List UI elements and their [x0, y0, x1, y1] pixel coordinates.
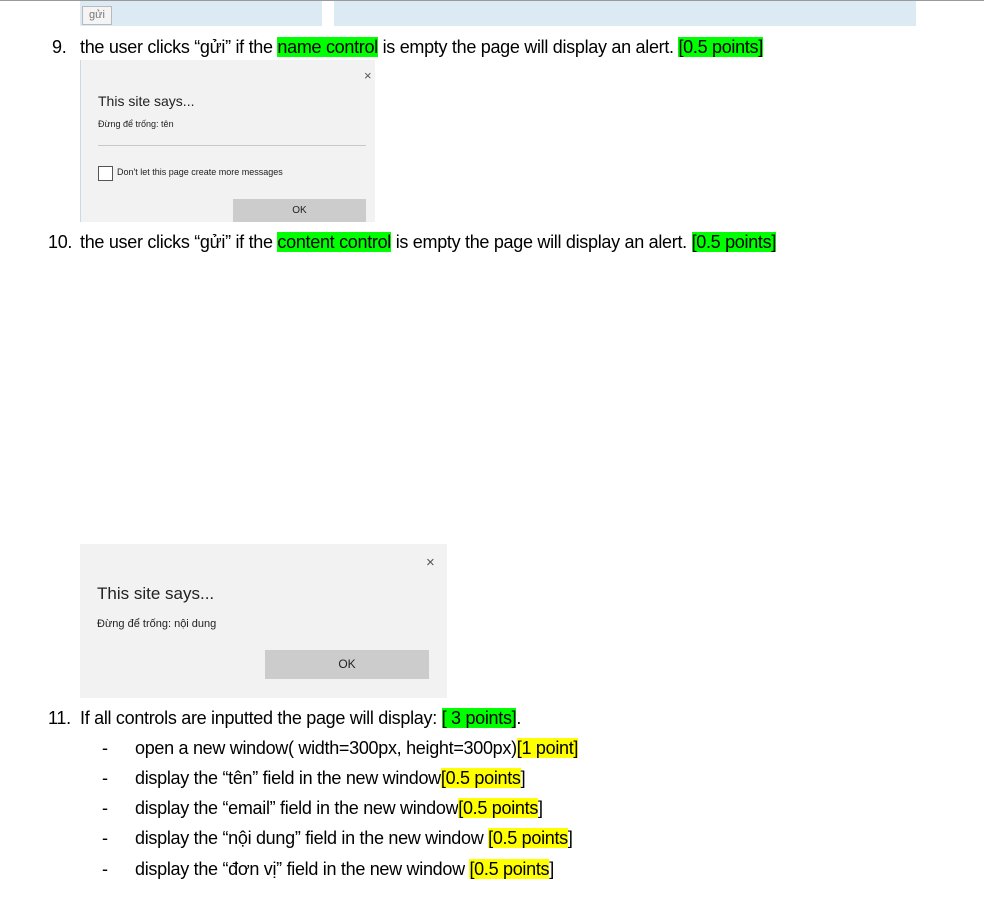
alert-dialog-content: × This site says... Đừng để trống: nội d…: [80, 544, 447, 698]
requirement-11: 11. If all controls are inputted the page…: [48, 707, 521, 729]
dialog-edge: [80, 60, 81, 222]
bullet-dash: -: [102, 738, 108, 758]
dialog-message: Đừng để trống: tên: [98, 119, 174, 129]
points-badge: [0.5 points]: [691, 232, 777, 252]
dialog-title: This site says...: [98, 93, 195, 109]
item-text: the user clicks “gửi” if the: [80, 232, 278, 252]
ok-button[interactable]: OK: [233, 199, 366, 222]
bullet-text: display the “email” field in the new win…: [135, 798, 459, 818]
bullet-text: display the “tên” field in the new windo…: [135, 768, 441, 788]
bullet-tail: ]: [520, 768, 526, 788]
requirement-9: 9. the user clicks “gửi” if the name cont…: [52, 36, 763, 58]
gui-button[interactable]: gửi: [82, 6, 112, 25]
close-icon[interactable]: ×: [426, 554, 435, 571]
item-text-tail: .: [516, 708, 522, 728]
item-number: 11.: [48, 708, 71, 728]
bullet-dash: -: [102, 798, 108, 818]
item-text: If all controls are inputted the page wi…: [80, 708, 442, 728]
item-text-tail: is empty the page will display an alert.: [377, 37, 679, 57]
bullet-text: open a new window( width=300px, height=3…: [135, 738, 517, 758]
points-badge: [0.5 points: [488, 828, 568, 848]
item-text: the user clicks “gửi” if the: [80, 37, 278, 57]
close-icon[interactable]: ×: [364, 68, 372, 83]
points-badge: [0.5 points: [440, 768, 521, 788]
dialog-message: Đừng để trống: nội dung: [97, 618, 217, 630]
item-number: 10.: [48, 232, 73, 252]
bullet-tail: ]: [549, 859, 554, 879]
dialog-separator: [98, 145, 366, 146]
bullet-dash: -: [102, 828, 108, 848]
bullet-dash: -: [102, 768, 108, 788]
item-number: 9.: [52, 37, 67, 57]
suppress-messages-checkbox[interactable]: [98, 166, 113, 181]
form-strip-right: [334, 1, 916, 26]
bullet-text: display the “đơn vị” field in the new wi…: [135, 859, 470, 879]
highlight-content-control: content control: [277, 232, 391, 252]
form-strip-left: [80, 1, 322, 26]
bullet-tail: ]: [567, 828, 573, 848]
ok-button[interactable]: OK: [265, 650, 429, 679]
points-badge: [0.5 points: [469, 859, 550, 879]
bullet-dash: -: [102, 859, 108, 879]
points-badge: [0.5 points: [458, 798, 539, 818]
checkbox-label: Don't let this page create more messages: [117, 167, 283, 177]
points-badge: [1 point]: [516, 738, 579, 758]
requirement-10: 10. the user clicks “gửi” if the content …: [48, 231, 776, 253]
alert-dialog-name: × This site says... Đừng để trống: tên D…: [80, 60, 375, 222]
dialog-title: This site says...: [97, 584, 215, 603]
points-badge: [0.5 points]: [678, 37, 763, 57]
highlight-name-control: name control: [277, 37, 378, 57]
points-badge: [ 3 points]: [441, 708, 517, 728]
bullet-tail: ]: [538, 798, 543, 818]
item-text-tail: is empty the page will display an alert.: [391, 232, 692, 252]
bullet-text: display the “nội dung” field in the new …: [135, 828, 489, 848]
